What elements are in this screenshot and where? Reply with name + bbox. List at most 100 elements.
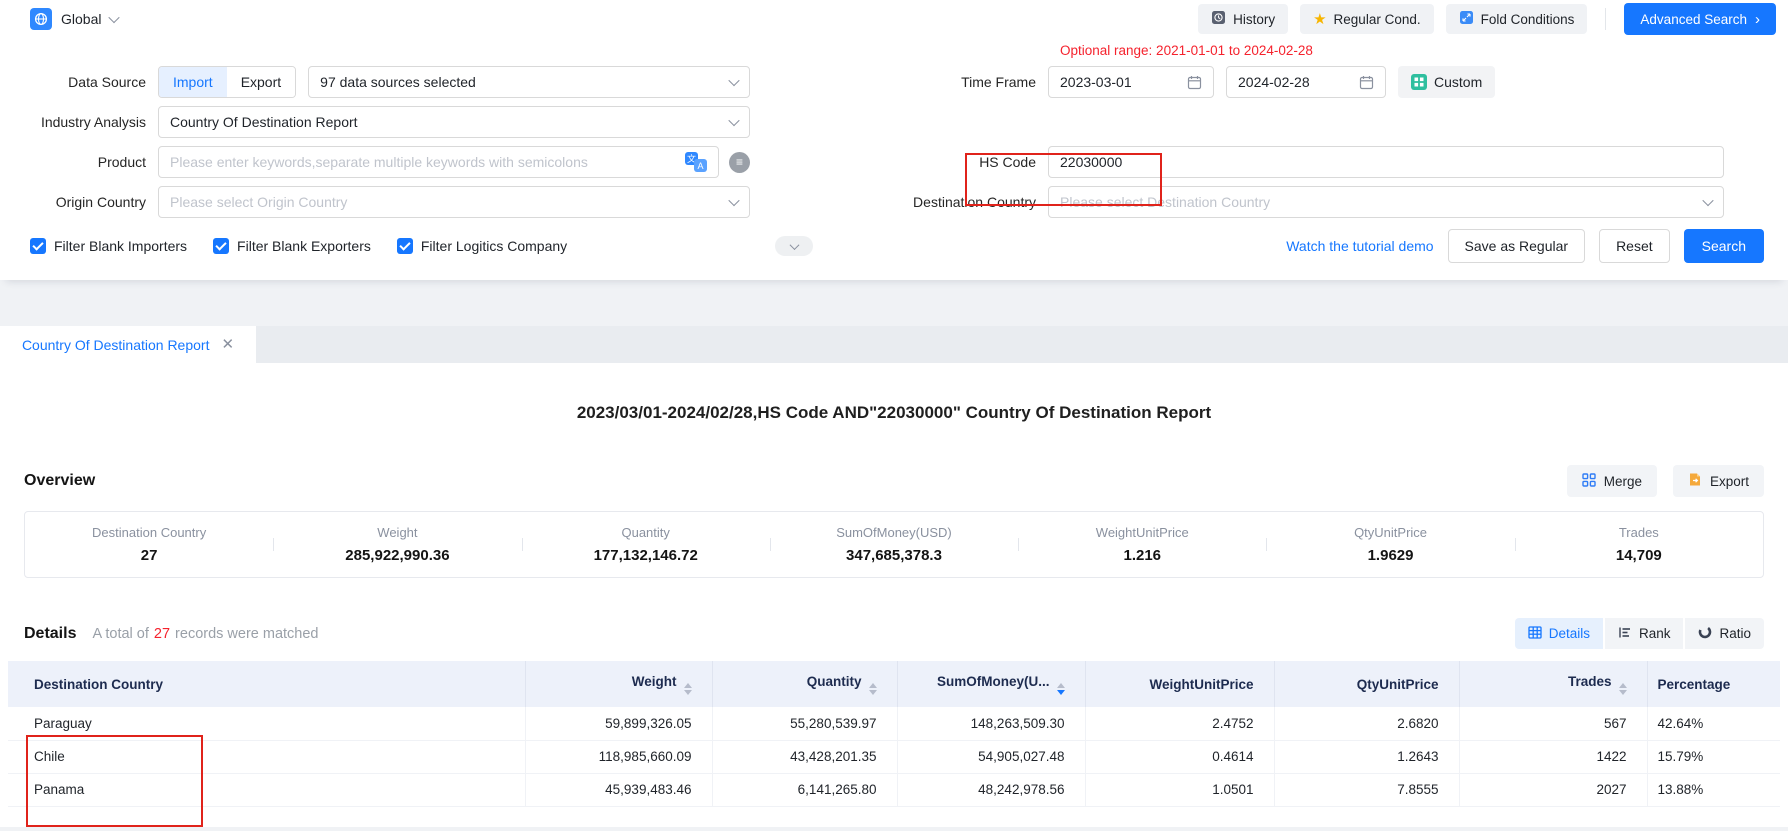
fold-conditions-button[interactable]: Fold Conditions <box>1446 4 1588 34</box>
history-icon <box>1211 10 1226 28</box>
advanced-search-button[interactable]: Advanced Search › <box>1624 3 1776 35</box>
stat-destination-country: Destination Country27 <box>25 525 273 564</box>
col-quantity[interactable]: Quantity <box>712 661 897 707</box>
divider <box>1605 8 1606 30</box>
custom-range-button[interactable]: Custom <box>1398 66 1495 98</box>
stat-sum-of-money: SumOfMoney(USD)347,685,378.3 <box>770 525 1018 564</box>
close-icon[interactable]: ✕ <box>221 337 234 352</box>
merge-label: Merge <box>1604 474 1642 489</box>
export-label: Export <box>1710 474 1749 489</box>
industry-analysis-label: Industry Analysis <box>0 114 158 130</box>
topbar: Global History ★ Regular Cond. Fold Cond… <box>0 0 1788 38</box>
reset-button[interactable]: Reset <box>1599 229 1670 263</box>
table-row[interactable]: Panama 45,939,483.46 6,141,265.80 48,242… <box>8 773 1780 806</box>
trade-analysis-page: Global History ★ Regular Cond. Fold Cond… <box>0 0 1788 831</box>
col-destination-country: Destination Country <box>8 661 525 707</box>
star-icon: ★ <box>1313 12 1326 27</box>
overview-header: Overview Merge Export <box>24 465 1764 497</box>
match-summary: A total of27records were matched <box>92 626 318 642</box>
merge-button[interactable]: Merge <box>1567 465 1657 497</box>
collapse-form-button[interactable] <box>775 236 813 256</box>
region-label: Global <box>61 11 101 27</box>
col-trades[interactable]: Trades <box>1459 661 1647 707</box>
search-form: Optional range: 2021-01-01 to 2024-02-28… <box>0 38 1788 280</box>
origin-country-select[interactable]: Please select Origin Country <box>158 186 750 218</box>
region-selector[interactable]: Global <box>30 8 118 30</box>
view-ratio-button[interactable]: Ratio <box>1685 618 1764 649</box>
chevron-down-icon <box>728 75 739 86</box>
cell-country: Panama <box>8 773 525 806</box>
industry-analysis-value: Country Of Destination Report <box>170 114 358 130</box>
col-sum-of-money[interactable]: SumOfMoney(U... <box>897 661 1085 707</box>
export-button[interactable]: Export <box>1673 465 1764 497</box>
history-label: History <box>1233 12 1275 27</box>
filter-blank-importers-checkbox[interactable]: Filter Blank Importers <box>30 238 187 254</box>
table-row[interactable]: Chile 118,985,660.09 43,428,201.35 54,90… <box>8 740 1780 773</box>
custom-label: Custom <box>1434 74 1482 90</box>
save-as-regular-button[interactable]: Save as Regular <box>1448 229 1586 263</box>
fold-icon <box>1459 10 1474 28</box>
synonym-icon[interactable]: ≡ <box>729 152 750 173</box>
chevron-down-icon <box>728 115 739 126</box>
export-toggle[interactable]: Export <box>227 67 295 97</box>
row-industry: Industry Analysis Country Of Destination… <box>0 102 1788 142</box>
data-sources-value: 97 data sources selected <box>320 74 476 90</box>
view-switcher: Details Rank Ratio <box>1515 618 1764 649</box>
chevron-down-icon <box>728 195 739 206</box>
industry-analysis-select[interactable]: Country Of Destination Report <box>158 106 750 138</box>
sort-icon <box>684 683 692 695</box>
filter-blank-exporters-label: Filter Blank Exporters <box>237 238 371 254</box>
col-qty-unit-price: QtyUnitPrice <box>1274 661 1459 707</box>
col-percentage: Percentage <box>1647 661 1780 707</box>
stat-quantity: Quantity177,132,146.72 <box>522 525 770 564</box>
overview-heading: Overview <box>24 472 95 490</box>
filter-blank-exporters-checkbox[interactable]: Filter Blank Exporters <box>213 238 371 254</box>
table-row[interactable]: Paraguay 59,899,326.05 55,280,539.97 148… <box>8 707 1780 740</box>
topbar-actions: History ★ Regular Cond. Fold Conditions … <box>1198 3 1776 35</box>
data-sources-select[interactable]: 97 data sources selected <box>308 66 750 98</box>
stat-qty-unit-price: QtyUnitPrice1.9629 <box>1266 525 1514 564</box>
merge-icon <box>1582 473 1596 490</box>
chevron-right-icon: › <box>1755 12 1760 27</box>
sort-desc-icon <box>1057 683 1065 695</box>
col-weight[interactable]: Weight <box>525 661 712 707</box>
report-title: 2023/03/01-2024/02/28,HS Code AND"220300… <box>0 363 1788 423</box>
cell-country: Chile <box>8 740 525 773</box>
checkbox-checked-icon <box>213 238 229 254</box>
destination-country-select[interactable]: Please select Destination Country <box>1048 186 1724 218</box>
filter-logitics-company-checkbox[interactable]: Filter Logitics Company <box>397 238 567 254</box>
time-frame-label: Time Frame <box>750 74 1048 90</box>
chevron-down-icon <box>1702 195 1713 206</box>
product-placeholder: Please enter keywords,separate multiple … <box>170 154 588 170</box>
regular-cond-button[interactable]: ★ Regular Cond. <box>1300 4 1434 34</box>
stat-trades: Trades14,709 <box>1515 525 1763 564</box>
chevron-down-icon <box>789 240 799 250</box>
origin-country-placeholder: Please select Origin Country <box>170 194 347 210</box>
custom-icon <box>1411 74 1427 90</box>
checkbox-checked-icon <box>397 238 413 254</box>
end-date-input[interactable]: 2024-02-28 <box>1226 66 1386 98</box>
view-rank-button[interactable]: Rank <box>1605 618 1684 649</box>
calendar-icon <box>1359 75 1374 90</box>
report-content: 2023/03/01-2024/02/28,HS Code AND"220300… <box>0 363 1788 827</box>
tab-country-of-destination-report[interactable]: Country Of Destination Report ✕ <box>0 326 256 363</box>
table-icon <box>1528 626 1542 642</box>
history-button[interactable]: History <box>1198 4 1288 34</box>
start-date-input[interactable]: 2023-03-01 <box>1048 66 1214 98</box>
checkbox-checked-icon <box>30 238 46 254</box>
calendar-icon <box>1187 75 1202 90</box>
rank-icon <box>1618 626 1632 642</box>
product-label: Product <box>0 154 158 170</box>
view-details-button[interactable]: Details <box>1515 618 1603 649</box>
translate-icon[interactable]: 文A <box>685 152 707 172</box>
search-button[interactable]: Search <box>1684 229 1764 263</box>
origin-country-label: Origin Country <box>0 194 158 210</box>
data-source-label: Data Source <box>0 74 158 90</box>
import-toggle[interactable]: Import <box>159 67 227 97</box>
tutorial-link[interactable]: Watch the tutorial demo <box>1286 238 1433 254</box>
hs-code-input[interactable]: 22030000 <box>1048 146 1724 178</box>
row-filters: Filter Blank Importers Filter Blank Expo… <box>0 228 1788 264</box>
col-weight-unit-price: WeightUnitPrice <box>1085 661 1274 707</box>
product-input[interactable]: Please enter keywords,separate multiple … <box>158 146 719 178</box>
stat-weight: Weight285,922,990.36 <box>273 525 521 564</box>
